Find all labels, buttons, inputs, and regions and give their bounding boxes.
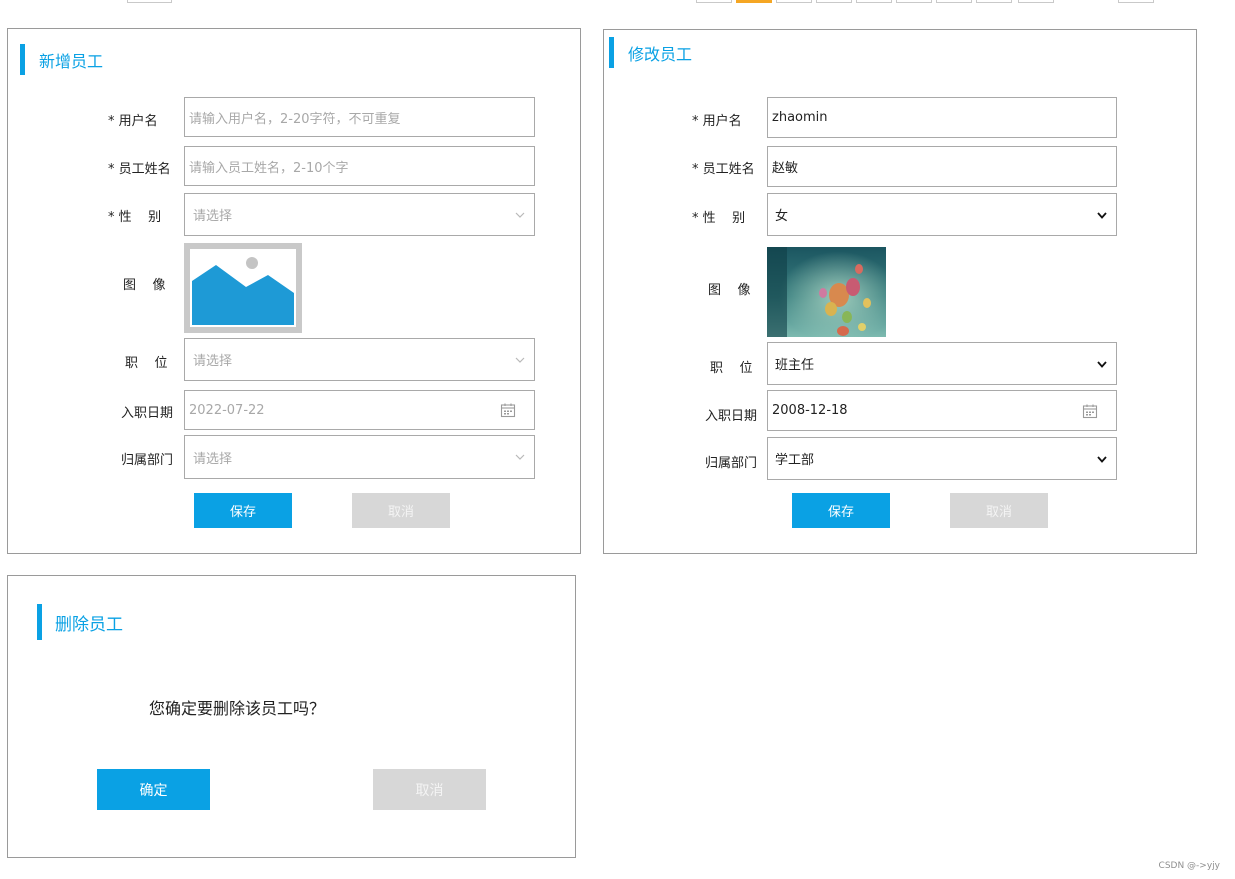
pager-box	[896, 0, 932, 3]
position-label: 职 位	[710, 361, 753, 376]
title-accent-bar	[37, 604, 42, 640]
department-select[interactable]: 请选择	[184, 435, 535, 479]
entry-date-picker[interactable]: 2022-07-22	[184, 390, 535, 430]
pager-box	[1118, 0, 1154, 3]
image-placeholder-icon	[184, 243, 302, 333]
add-employee-panel: 新增员工 * 用户名 请输入用户名，2-20字符，不可重复 * 员工姓名 请输入…	[7, 28, 581, 554]
panel-title: 修改员工	[609, 37, 692, 68]
pager-box	[776, 0, 812, 3]
department-label: 归属部门	[121, 453, 174, 468]
gender-value: 女	[775, 209, 789, 224]
save-button[interactable]: 保存	[792, 493, 890, 528]
panel-title: 新增员工	[20, 44, 103, 75]
employee-photo[interactable]	[767, 247, 886, 337]
panel-title-text: 修改员工	[628, 44, 693, 64]
gender-label: * 性 别	[108, 210, 162, 225]
pager-box	[936, 0, 972, 3]
confirm-message: 您确定要删除该员工吗？	[149, 699, 326, 718]
pager-box	[976, 0, 1012, 3]
gender-placeholder: 请选择	[193, 209, 233, 224]
department-select[interactable]: 学工部	[767, 437, 1117, 480]
chevron-down-icon	[515, 454, 525, 460]
image-upload[interactable]	[184, 243, 302, 333]
department-placeholder: 请选择	[193, 451, 233, 467]
image-label: 图 像	[123, 278, 166, 293]
pager-box	[1018, 0, 1054, 3]
entry-date-label: 入职日期	[121, 406, 174, 421]
entry-date-picker[interactable]: 2008-12-18	[767, 390, 1117, 431]
name-label: * 员工姓名	[692, 162, 755, 177]
confirm-button[interactable]: 确定	[97, 769, 210, 810]
gender-select[interactable]: 请选择	[184, 193, 535, 236]
position-select[interactable]: 班主任	[767, 342, 1117, 385]
chevron-down-icon	[1097, 211, 1107, 219]
watermark: CSDN @->yjy	[1158, 861, 1220, 871]
name-placeholder: 请输入员工姓名，2-10个字	[189, 160, 349, 176]
position-label: 职 位	[125, 356, 168, 371]
pager-box	[856, 0, 892, 3]
name-input[interactable]: 请输入员工姓名，2-10个字	[184, 146, 535, 186]
calendar-icon[interactable]	[1082, 403, 1098, 419]
pager-box-active	[736, 0, 772, 3]
entry-date-label: 入职日期	[705, 409, 758, 424]
save-button[interactable]: 保存	[194, 493, 292, 528]
cancel-button[interactable]: 取消	[373, 769, 486, 810]
position-placeholder: 请选择	[193, 354, 233, 369]
chevron-down-icon	[1097, 455, 1107, 463]
title-accent-bar	[20, 44, 25, 75]
delete-employee-panel: 删除员工 您确定要删除该员工吗？ 确定 取消	[7, 575, 576, 858]
pager-box	[696, 0, 732, 3]
position-value: 班主任	[775, 358, 815, 373]
gender-label: * 性 别	[692, 211, 746, 226]
name-value: 赵敏	[772, 161, 799, 176]
pager-box	[816, 0, 852, 3]
entry-date-value: 2008-12-18	[772, 403, 848, 418]
title-accent-bar	[609, 37, 614, 68]
name-input[interactable]: 赵敏	[767, 146, 1117, 187]
panel-title: 删除员工	[37, 604, 123, 640]
calendar-icon[interactable]	[500, 402, 516, 418]
username-input[interactable]: zhaomin	[767, 97, 1117, 138]
panel-title-text: 新增员工	[39, 51, 104, 71]
chevron-down-icon	[515, 357, 525, 363]
cancel-button[interactable]: 取消	[352, 493, 450, 528]
chevron-down-icon	[1097, 360, 1107, 368]
balloons-photo	[767, 247, 886, 337]
username-label: * 用户名	[692, 114, 742, 129]
image-label: 图 像	[708, 283, 751, 298]
username-value: zhaomin	[772, 110, 828, 125]
username-label: * 用户名	[108, 114, 158, 129]
department-label: 归属部门	[705, 456, 758, 471]
entry-date-value: 2022-07-22	[189, 402, 265, 418]
position-select[interactable]: 请选择	[184, 338, 535, 381]
cancel-button[interactable]: 取消	[950, 493, 1048, 528]
panel-title-text: 删除员工	[55, 614, 123, 635]
name-label: * 员工姓名	[108, 162, 171, 177]
edit-employee-panel: 修改员工 * 用户名 zhaomin * 员工姓名 赵敏 * 性 别 女 图 像	[603, 29, 1197, 554]
gender-select[interactable]: 女	[767, 193, 1117, 236]
username-input[interactable]: 请输入用户名，2-20字符，不可重复	[184, 97, 535, 137]
username-placeholder: 请输入用户名，2-20字符，不可重复	[189, 111, 401, 127]
department-value: 学工部	[775, 453, 815, 468]
chevron-down-icon	[515, 212, 525, 218]
top-input-remnant	[127, 0, 172, 3]
